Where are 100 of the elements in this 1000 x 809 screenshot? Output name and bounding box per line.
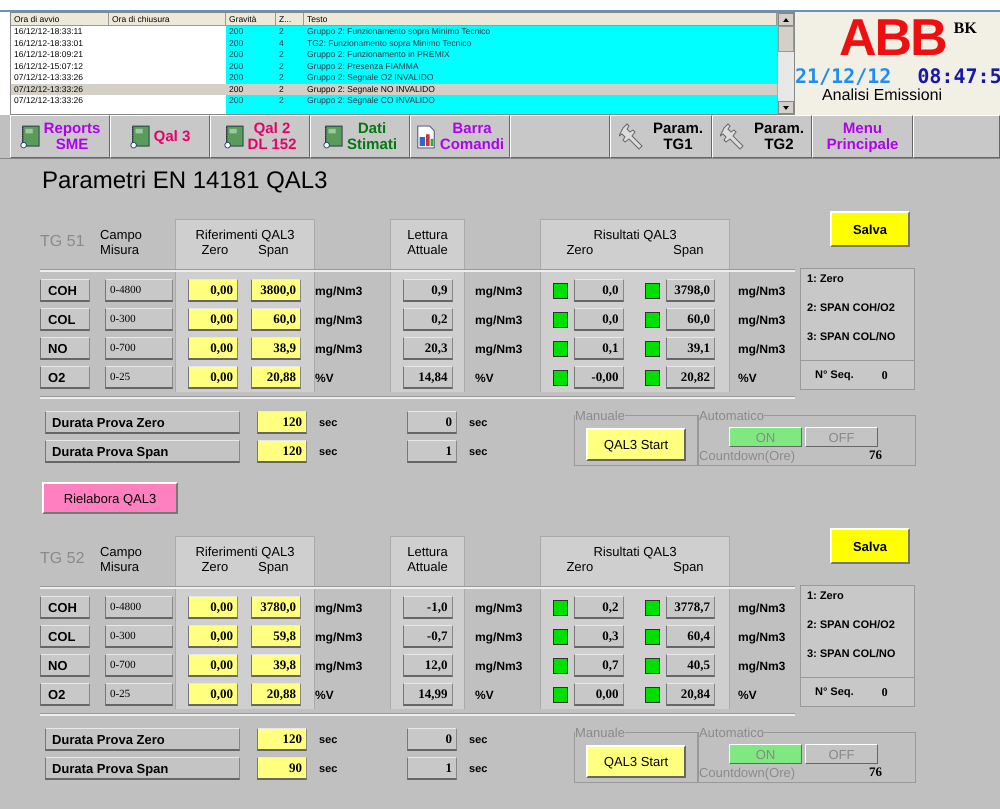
zero-input[interactable]: 0,00 xyxy=(188,366,238,389)
result-field: 20,82 xyxy=(666,366,715,389)
duration-reading: 1 xyxy=(407,757,457,780)
nav-button[interactable] xyxy=(510,115,610,158)
logo-suffix: BK xyxy=(954,20,977,38)
unit-label: mg/Nm3 xyxy=(474,600,522,614)
alarm-row[interactable]: 07/12/12-13:33:26 200 2 Gruppo 2: Segnale CO INVALIDO xyxy=(11,95,777,106)
result-field: 3778,7 xyxy=(666,596,715,619)
unit-label: %V xyxy=(474,688,494,702)
column-header: Campo Misura xyxy=(100,544,143,574)
reading-field: 20,3 xyxy=(402,337,452,360)
start-button[interactable]: QAL3 Start xyxy=(586,744,686,778)
unit-label: sec xyxy=(468,762,488,774)
duration-input[interactable]: 90 xyxy=(257,757,307,780)
alarm-row[interactable]: 16/12/12-15:07:12 200 2 Gruppo 2: Presenza FIAMMA xyxy=(11,60,777,72)
unit-label: sec xyxy=(318,416,338,428)
table-cell-text: 07/12/12-13:33:26 xyxy=(13,72,84,84)
span-input[interactable]: 60,0 xyxy=(251,308,301,331)
column-header[interactable]: Testo xyxy=(304,13,777,26)
scroll-up-button[interactable] xyxy=(778,13,794,26)
info-text: 3: SPAN COL/NO xyxy=(806,648,896,662)
span-input[interactable]: 3780,0 xyxy=(251,596,301,619)
save-button[interactable]: Salva xyxy=(830,528,910,564)
column-header: Riferimenti QAL3 xyxy=(196,544,294,558)
zero-input[interactable]: 0,00 xyxy=(188,654,238,677)
zero-input[interactable]: 0,00 xyxy=(188,308,238,331)
duration-input[interactable]: 120 xyxy=(257,440,307,463)
range-field: 0-4800 xyxy=(105,279,173,302)
scroll-down-button[interactable] xyxy=(778,101,794,114)
result-field: 0,2 xyxy=(574,596,624,619)
nav-button[interactable]: Param. TG1 xyxy=(610,115,712,158)
table-cell-text: 16/12/12-18:33:11 xyxy=(13,26,84,38)
unit-label: sec xyxy=(318,446,338,458)
panel-icon xyxy=(224,124,244,150)
zero-input[interactable]: 0,00 xyxy=(188,596,238,619)
unit-label: %V xyxy=(737,370,757,384)
column-header[interactable]: Gravità xyxy=(226,13,276,26)
alarm-row[interactable]: 07/12/12-13:33:26 200 2 Gruppo 2: Segnale O2 INVALIDO xyxy=(11,72,777,84)
table-cell-text: 16/12/12-18:33:01 xyxy=(13,38,84,49)
reading-field: 0,9 xyxy=(402,279,452,302)
gas-label: COH xyxy=(40,279,90,302)
duration-label: Durata Prova Span xyxy=(45,757,240,780)
unit-label: mg/Nm3 xyxy=(474,312,522,326)
alarm-row[interactable]: 16/12/12-18:33:11 200 2 Gruppo 2: Funzionamento sopra Minimo Tecnico xyxy=(11,26,777,38)
column-header: Zero xyxy=(566,242,594,256)
rework-button[interactable]: Rielabora QAL3 xyxy=(42,482,178,514)
alarm-row[interactable]: 07/12/12-13:33:26 200 2 Gruppo 2: Segnale NO INVALIDO xyxy=(11,84,777,95)
unit-label: %V xyxy=(474,370,494,384)
unit-label: %V xyxy=(737,688,757,702)
unit-label: mg/Nm3 xyxy=(474,342,522,356)
result-field: 0,3 xyxy=(574,625,624,648)
alarm-row[interactable]: 16/12/12-18:33:01 200 4 TG2: Funzionamento sopra Minimo Tecnico xyxy=(11,38,777,49)
column-header: Span xyxy=(258,242,289,256)
result-field: 3798,0 xyxy=(666,279,715,302)
gas-label: O2 xyxy=(40,366,90,389)
duration-reading: 0 xyxy=(407,411,457,434)
scrollbar[interactable] xyxy=(777,13,794,114)
span-input[interactable]: 20,88 xyxy=(251,366,301,389)
result-field: 39,1 xyxy=(666,337,715,360)
zero-input[interactable]: 0,00 xyxy=(188,625,238,648)
duration-input[interactable]: 120 xyxy=(257,411,307,434)
column-header: Riferimenti QAL3 xyxy=(196,226,294,242)
column-header[interactable]: Ora di avvio xyxy=(11,13,109,26)
gas-label: COL xyxy=(40,625,90,648)
reading-field: 14,99 xyxy=(402,683,452,706)
column-header: Zero xyxy=(201,242,228,256)
unit-label: mg/Nm3 xyxy=(737,312,786,326)
sequence-value: 0 xyxy=(882,684,888,700)
span-input[interactable]: 3800,0 xyxy=(251,279,301,302)
gas-label: COH xyxy=(40,596,90,619)
duration-input[interactable]: 120 xyxy=(257,728,307,751)
nav-button[interactable]: Param. TG2 xyxy=(712,115,812,158)
reading-field: -1,0 xyxy=(402,596,452,619)
zero-input[interactable]: 0,00 xyxy=(188,683,238,706)
unit-label: mg/Nm3 xyxy=(474,284,522,298)
span-input[interactable]: 39,8 xyxy=(251,654,301,677)
start-button[interactable]: QAL3 Start xyxy=(586,428,686,460)
duration-reading: 0 xyxy=(407,728,457,751)
range-field: 0-700 xyxy=(105,337,173,360)
info-text: 2: SPAN COH/O2 xyxy=(806,302,896,316)
alarm-row[interactable]: 16/12/12-18:09:21 200 2 Gruppo 2: Funzionamento in PREMIX xyxy=(11,49,777,60)
unit-label: sec xyxy=(318,734,338,746)
save-button[interactable]: Salva xyxy=(830,211,910,247)
sequence-value: 0 xyxy=(882,368,888,382)
span-input[interactable]: 20,88 xyxy=(251,683,301,706)
column-header: Lettura Attuale xyxy=(407,544,448,574)
info-text: 2: SPAN COH/O2 xyxy=(806,619,896,633)
range-field: 0-4800 xyxy=(105,596,173,619)
sequence-label: N° Seq. xyxy=(814,369,854,381)
column-header[interactable]: Ora di chiusura xyxy=(109,13,226,26)
zero-input[interactable]: 0,00 xyxy=(188,279,238,302)
zero-input[interactable]: 0,00 xyxy=(188,337,238,360)
span-input[interactable]: 59,8 xyxy=(251,625,301,648)
result-field: 60,4 xyxy=(666,625,715,648)
column-header: Zero xyxy=(566,558,594,574)
scroll-thumb[interactable] xyxy=(778,26,794,52)
nav-button[interactable] xyxy=(913,115,1000,158)
span-input[interactable]: 38,9 xyxy=(251,337,301,360)
column-header[interactable]: Z... xyxy=(276,13,304,26)
column-header: Span xyxy=(673,558,704,574)
